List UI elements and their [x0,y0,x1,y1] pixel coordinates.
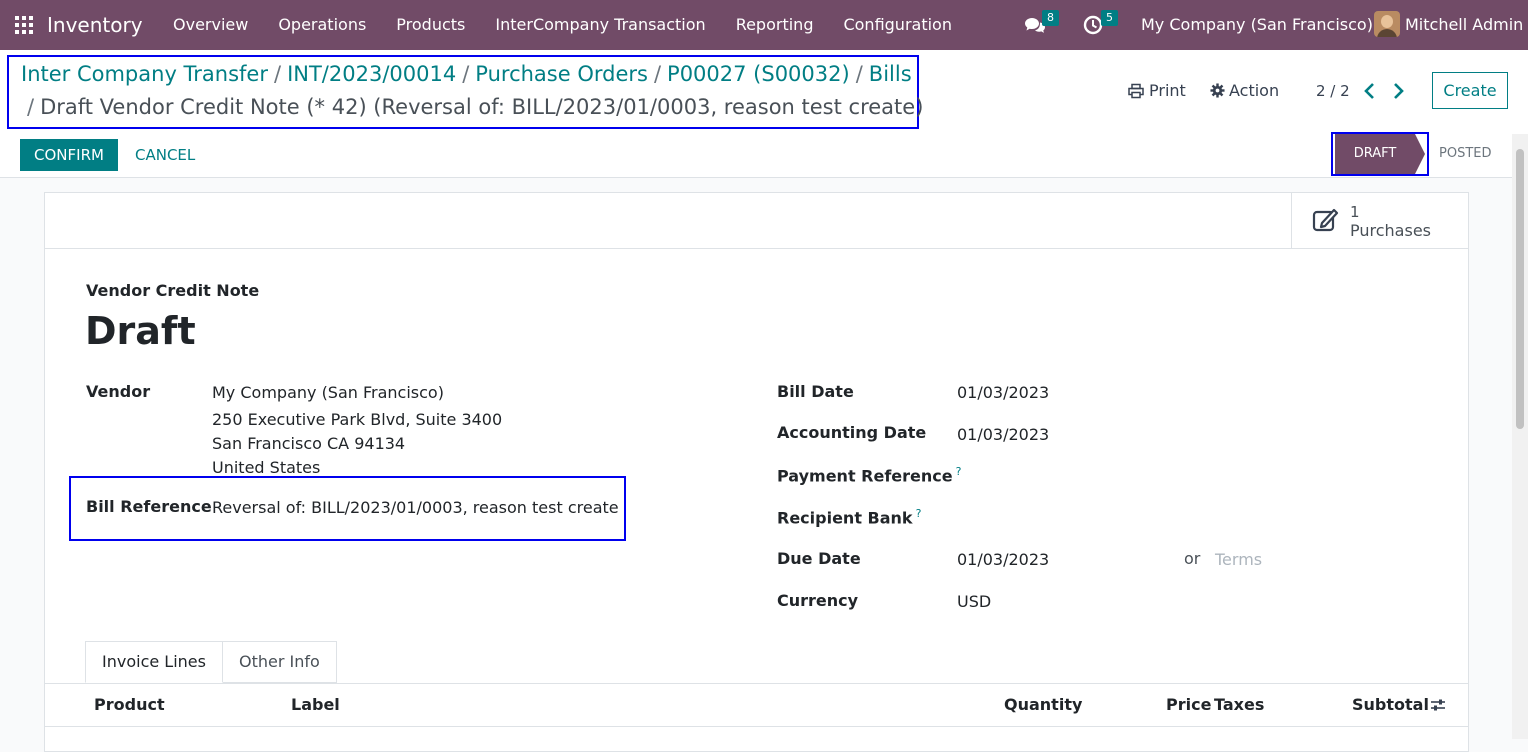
action-label: Action [1229,81,1280,100]
pager-previous-button[interactable] [1362,81,1378,101]
vendor-name[interactable]: My Company (San Francisco) [212,383,444,402]
recipient-bank-label: Recipient Bank? [777,507,921,527]
help-icon[interactable]: ? [916,507,922,520]
breadcrumb-purchase-orders[interactable]: Purchase Orders [475,62,648,86]
vendor-address-line: 250 Executive Park Blvd, Suite 3400 [212,410,503,429]
menu-reporting[interactable]: Reporting [721,0,829,50]
purchases-label: Purchases [1350,221,1431,240]
breadcrumb-separator: / [274,62,282,86]
payment-reference-label: Payment Reference? [777,465,961,485]
vendor-label: Vendor [86,382,151,401]
notebook-tabs: Invoice Lines Other Info [85,641,337,684]
due-date-label: Due Date [777,549,861,568]
form-sheet: 1 Purchases Vendor Credit Note Draft Ven… [44,192,1469,752]
activities-button[interactable]: 5 [1083,10,1118,36]
pager-next-button[interactable] [1390,81,1406,101]
table-header-divider [45,726,1468,727]
apps-menu-icon[interactable] [15,16,33,34]
chevron-right-icon [1394,83,1404,99]
breadcrumb: Inter Company Transfer / INT/2023/00014/Pu… [7,55,923,129]
due-date-field[interactable]: 01/03/2023 [957,550,1049,569]
column-quantity[interactable]: Quantity [1004,695,1082,714]
messages-button[interactable]: 8 [1024,10,1059,36]
breadcrumb-purchase-order[interactable]: P00027 (S00032) [667,62,850,86]
action-button[interactable]: Action [1210,81,1279,100]
pager-value[interactable]: 2 / 2 [1316,82,1350,100]
edit-icon [1312,208,1339,232]
purchases-smart-button[interactable]: 1 Purchases [1291,193,1469,248]
tabs-divider [45,683,1468,684]
status-bar: CONFIRM CANCEL DRAFT POSTED [0,132,1528,178]
purchases-count: 1 [1350,203,1360,221]
column-label[interactable]: Label [291,695,340,714]
main-menu: Overview Operations Products InterCompan… [158,0,967,50]
or-label: or [1184,549,1201,568]
column-taxes[interactable]: Taxes [1214,695,1264,714]
tab-invoice-lines[interactable]: Invoice Lines [85,641,223,683]
app-name[interactable]: Inventory [47,13,143,37]
payment-reference-label-text: Payment Reference [777,466,953,486]
breadcrumb-transfer-ref[interactable]: INT/2023/00014 [287,62,456,86]
breadcrumb-separator: / [462,62,470,86]
breadcrumb-separator: / [653,62,662,86]
column-subtotal[interactable]: Subtotal [1352,695,1429,714]
avatar [1374,11,1400,37]
menu-operations[interactable]: Operations [263,0,381,50]
page-title: Draft [85,309,196,353]
bill-date-field[interactable]: 01/03/2023 [957,383,1049,402]
breadcrumb-current-line: / Draft Vendor Credit Note (* 42) (Revers… [27,95,923,119]
cancel-button[interactable]: CANCEL [135,139,195,171]
menu-configuration[interactable]: Configuration [828,0,967,50]
bill-date-label: Bill Date [777,382,854,401]
top-navbar: Inventory Overview Operations Products I… [0,0,1528,50]
currency-label: Currency [777,591,859,610]
column-product[interactable]: Product [94,695,165,714]
menu-products[interactable]: Products [381,0,480,50]
user-name: Mitchell Admin [1405,14,1524,34]
confirm-button[interactable]: CONFIRM [20,139,118,171]
create-button[interactable]: Create [1432,72,1508,109]
company-switcher[interactable]: My Company (San Francisco) [1141,15,1373,34]
column-settings-icon[interactable] [1430,698,1446,712]
column-price[interactable]: Price [1166,695,1211,714]
payment-terms-field[interactable]: Terms [1215,550,1262,569]
breadcrumb-inter-company-transfer[interactable]: Inter Company Transfer [21,62,268,86]
activities-count-badge: 5 [1101,10,1118,26]
vendor-address-line: San Francisco CA 94134 [212,434,406,453]
recipient-bank-label-text: Recipient Bank [777,508,913,528]
print-button[interactable]: Print [1128,81,1186,100]
help-icon[interactable]: ? [956,465,962,478]
menu-overview[interactable]: Overview [158,0,263,50]
bill-reference-field[interactable]: Reversal of: BILL/2023/01/0003, reason t… [212,498,619,517]
chevron-left-icon [1364,83,1374,99]
control-panel: Inter Company Transfer / INT/2023/00014/Pu… [0,50,1528,135]
breadcrumb-separator: / [27,95,35,119]
breadcrumb-current: Draft Vendor Credit Note (* 42) (Reversa… [40,95,924,119]
accounting-date-field[interactable]: 01/03/2023 [957,425,1049,444]
user-menu[interactable]: Mitchell Admin [1374,11,1523,37]
vendor-address-line: United States [212,458,321,477]
document-type: Vendor Credit Note [86,281,260,300]
stage-highlight-box [1331,132,1429,176]
tab-other-info[interactable]: Other Info [222,641,337,683]
page-scrollbar[interactable] [1512,134,1528,739]
smart-button-box: 1 Purchases [45,193,1468,249]
print-icon [1128,83,1144,98]
accounting-date-label: Accounting Date [777,423,927,442]
currency-field[interactable]: USD [957,592,991,611]
bill-reference-label: Bill Reference [86,497,212,516]
messages-count-badge: 8 [1042,10,1059,26]
breadcrumb-path: Inter Company Transfer / INT/2023/00014/Pu… [21,62,912,86]
print-label: Print [1149,81,1186,100]
menu-intercompany-transaction[interactable]: InterCompany Transaction [480,0,720,50]
scrollbar-thumb[interactable] [1516,149,1524,429]
breadcrumb-separator: / [855,62,863,86]
breadcrumb-bills[interactable]: Bills [869,62,912,86]
stage-posted[interactable]: POSTED [1439,134,1492,174]
gear-icon [1210,83,1225,98]
